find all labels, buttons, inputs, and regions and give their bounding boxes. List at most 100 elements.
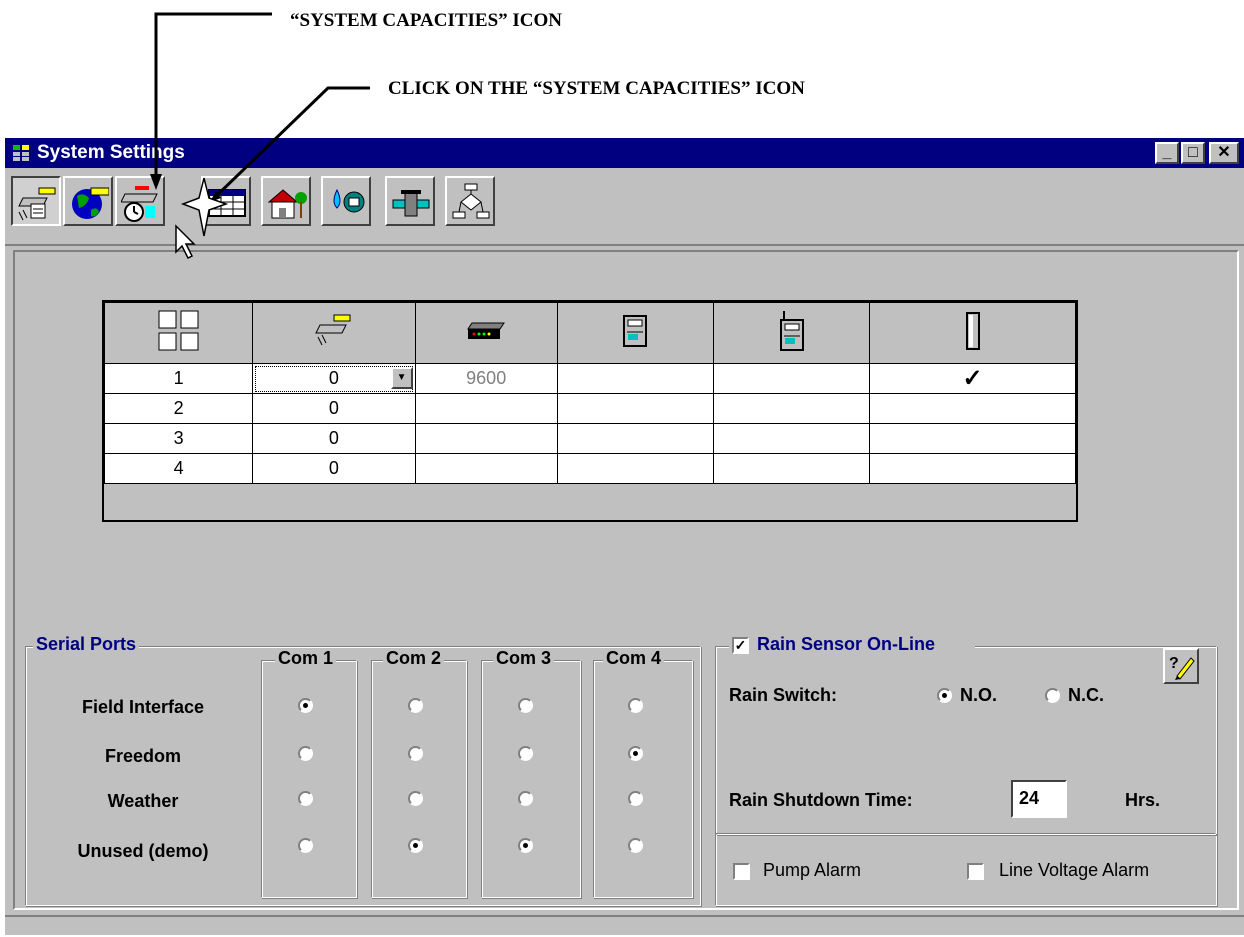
app-icon (13, 145, 29, 161)
com4-group (593, 660, 693, 898)
table-row[interactable]: 4 0 (103, 453, 1076, 484)
port-number-icon (158, 310, 199, 350)
antenna-cell[interactable] (712, 423, 871, 454)
radio-rain-nc[interactable] (1045, 688, 1060, 703)
status-bar (5, 915, 1244, 937)
help-pencil-icon: ? (1169, 655, 1195, 680)
table-row[interactable]: 2 0 (103, 393, 1076, 424)
system-capacities-icon (121, 186, 158, 222)
check-cell[interactable] (869, 423, 1076, 454)
com1-label: Com 1 (275, 648, 337, 669)
close-icon: ✕ (1217, 144, 1231, 161)
radio-unused-com3[interactable] (518, 838, 533, 853)
table-row[interactable]: 1 0 ▼ 9600 ✓ (103, 363, 1076, 394)
com3-label: Com 3 (493, 648, 555, 669)
check-cell[interactable]: ✓ (869, 363, 1076, 394)
baud-cell[interactable]: 9600 (414, 363, 558, 394)
field-interface-label: Field Interface (81, 697, 205, 717)
interface-cell[interactable]: 0 (252, 393, 416, 424)
col-header-interface (252, 302, 416, 364)
table-row[interactable]: 3 0 (103, 423, 1076, 454)
row-number: 4 (103, 453, 254, 484)
calendar-grid-icon (208, 189, 246, 217)
radio-cell[interactable] (556, 453, 715, 484)
radio-weather-com3[interactable] (518, 791, 533, 806)
check-cell[interactable] (869, 453, 1076, 484)
radio-field-interface-com1[interactable] (298, 698, 313, 713)
freedom-label: Freedom (104, 746, 182, 766)
radio-weather-com2[interactable] (408, 791, 423, 806)
callout-system-capacities-icon: “SYSTEM CAPACITIES” ICON (290, 10, 563, 31)
rain-shutdown-input[interactable]: 24 (1011, 780, 1067, 818)
serial-ports-title: Serial Ports (33, 634, 140, 655)
flowchart-icon (452, 183, 490, 219)
radio-cell[interactable] (556, 423, 715, 454)
globe-ruler-icon (72, 187, 109, 219)
baud-cell[interactable] (414, 393, 558, 424)
baud-cell[interactable] (414, 453, 558, 484)
radio-weather-com1[interactable] (298, 791, 313, 806)
radio-unused-com2[interactable] (408, 838, 423, 853)
antenna-cell[interactable] (712, 363, 871, 394)
radio-cell[interactable] (556, 393, 715, 424)
interface-select[interactable]: 0 ▼ (252, 363, 416, 394)
line-voltage-alarm-checkbox[interactable] (967, 863, 984, 880)
radio-freedom-com3[interactable] (518, 746, 533, 761)
baud-cell[interactable] (414, 423, 558, 454)
radio-weather-com4[interactable] (628, 791, 643, 806)
radio-freedom-com4[interactable] (628, 746, 643, 761)
check-cell[interactable] (869, 393, 1076, 424)
line-voltage-alarm-label: Line Voltage Alarm (999, 860, 1150, 880)
close-button[interactable]: ✕ (1209, 142, 1239, 164)
rain-sensor-label: Rain Sensor On-Line (757, 634, 936, 654)
unused-demo-label: Unused (demo) (77, 841, 209, 861)
rain-no-label: N.O. (960, 685, 998, 705)
interface-cell[interactable]: 0 (252, 453, 416, 484)
toolbar-flowchart-button[interactable] (445, 176, 495, 226)
col-header-antenna (712, 302, 871, 364)
toolbar-calendar-button[interactable] (201, 176, 251, 226)
radio-freedom-com1[interactable] (298, 746, 313, 761)
toolbar-globe-button[interactable] (63, 176, 113, 226)
radio-freedom-com2[interactable] (408, 746, 423, 761)
radio-cell[interactable] (556, 363, 715, 394)
radio-unused-com1[interactable] (298, 838, 313, 853)
rain-group-divider (716, 833, 1216, 835)
svg-text:?: ? (1169, 655, 1179, 672)
row-number: 1 (103, 363, 254, 394)
bar-icon (965, 311, 980, 350)
help-button[interactable]: ? (1163, 648, 1199, 684)
antenna-cell[interactable] (712, 453, 871, 484)
rain-sensor-header[interactable]: ✓ Rain Sensor On-Line (729, 634, 976, 655)
toolbar (5, 168, 1244, 246)
toolbar-system-capacities-button[interactable] (115, 176, 165, 226)
com1-group (261, 660, 357, 898)
col-header-bar (869, 302, 1076, 364)
toolbar-field-interface-button[interactable] (11, 176, 61, 226)
row-number: 2 (103, 393, 254, 424)
minimize-button[interactable]: _ (1155, 142, 1179, 164)
toolbar-water-meter-button[interactable] (321, 176, 371, 226)
rain-sensor-checkbox[interactable]: ✓ (732, 636, 749, 654)
antenna-cell[interactable] (712, 393, 871, 424)
radio-field-interface-com4[interactable] (628, 698, 643, 713)
toolbar-pipe-button[interactable] (385, 176, 435, 226)
house-tree-icon (267, 189, 307, 219)
callout-click-instruction: CLICK ON THE “SYSTEM CAPACITIES” ICON (388, 78, 805, 99)
rain-nc-label: N.C. (1068, 685, 1104, 705)
com4-label: Com 4 (603, 648, 665, 669)
col-header-modem (414, 302, 558, 364)
pump-alarm-checkbox[interactable] (733, 863, 750, 880)
radio-field-interface-com2[interactable] (408, 698, 423, 713)
toolbar-house-button[interactable] (261, 176, 311, 226)
radio-field-interface-com3[interactable] (518, 698, 533, 713)
radio-rain-no[interactable] (937, 688, 952, 703)
radio-unused-com4[interactable] (628, 838, 643, 853)
dropdown-arrow-button[interactable]: ▼ (390, 367, 413, 389)
col-header-port (103, 302, 254, 364)
title-bar[interactable]: System Settings _ □ ✕ (5, 138, 1244, 168)
water-meter-icon (333, 188, 365, 213)
antenna-radio-icon (779, 310, 804, 351)
interface-cell[interactable]: 0 (252, 423, 416, 454)
maximize-button[interactable]: □ (1181, 142, 1205, 164)
